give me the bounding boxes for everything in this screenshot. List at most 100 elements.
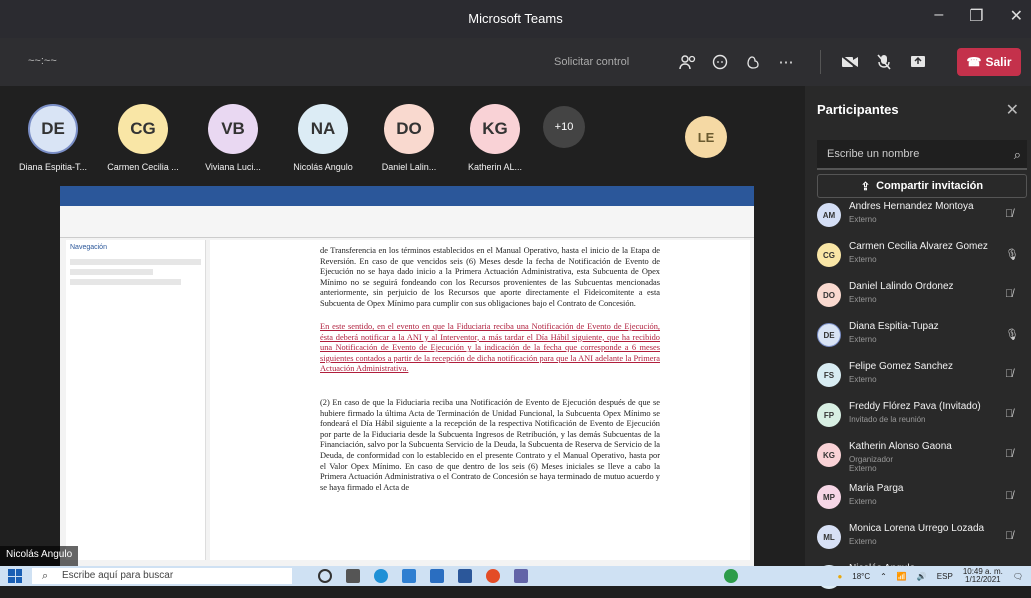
chevron-up-icon[interactable]: ⌃ [880, 572, 887, 581]
participant-role: Externo [849, 215, 877, 224]
word-title-bar [60, 186, 754, 198]
taskbar-search-input[interactable]: ⌕ Escribe aquí para buscar [32, 568, 292, 584]
system-tray: ● 18°C ⌃ 📶 🔊 ESP 10:49 a. m. 1/12/2021 🗨 [837, 568, 1023, 584]
search-icon[interactable]: ⌕ [1014, 147, 1021, 163]
weather-icon: ● [837, 571, 843, 581]
avatar: CG [118, 104, 168, 154]
mic-off-icon: 🎙̸ [1005, 490, 1014, 502]
gallery-tile[interactable]: VB Viviana Luci... [190, 86, 276, 182]
taskbar-search-placeholder: Escribe aquí para buscar [62, 570, 174, 581]
participant-name: Daniel Lalin... [381, 162, 437, 172]
participant-role: Externo [849, 335, 877, 344]
avatar: DE [817, 323, 841, 347]
meeting-timer: ~~:~~ [28, 55, 57, 67]
outlook-icon[interactable] [430, 569, 444, 583]
app-icon[interactable] [724, 569, 738, 583]
participant-search-input[interactable]: Escribe un nombre ⌕ [817, 140, 1027, 170]
windows-start-button[interactable] [8, 569, 22, 583]
leave-button-label: Salir [985, 55, 1012, 69]
participant-role: Externo [849, 375, 877, 384]
mic-off-icon[interactable] [872, 50, 896, 74]
participant-row[interactable]: CG Carmen Cecilia Alvarez Gomez Externo … [805, 236, 1031, 276]
participant-name: Nicolás Angulo [293, 162, 353, 172]
task-view-icon[interactable] [346, 569, 360, 583]
mic-off-icon: 🎙̸ [1005, 408, 1014, 420]
word-icon[interactable] [458, 569, 472, 583]
participant-name: Felipe Gomez Sanchez [849, 361, 953, 372]
navigation-title: Navegación [70, 244, 107, 251]
navigation-pane: Navegación [66, 240, 206, 560]
phone-hangup-icon: ☎ [966, 55, 982, 69]
gallery-tile[interactable]: KG Katherin AL... [452, 86, 538, 182]
nav-placeholder-line [70, 279, 182, 285]
store-icon[interactable] [402, 569, 416, 583]
clock[interactable]: 10:49 a. m. 1/12/2021 [963, 568, 1003, 584]
avatar: FP [817, 403, 841, 427]
participant-row[interactable]: AM Andres Hernandez Montoya Externo 🎙̸ [805, 196, 1031, 236]
chat-icon[interactable] [708, 50, 732, 74]
mic-off-icon: 🎙̸ [1005, 530, 1014, 542]
meeting-stage: DE Diana Espitia-T... CG Carmen Cecilia … [0, 86, 805, 566]
participant-name: Viviana Luci... [205, 162, 261, 172]
participant-role: Externo [849, 537, 877, 546]
close-button[interactable]: ✕ [1010, 6, 1023, 26]
avatar: KG [817, 443, 841, 467]
word-ribbon [60, 206, 754, 238]
participant-role: Externo [849, 255, 877, 264]
participant-row[interactable]: DO Daniel Lalindo Ordonez Externo 🎙̸ [805, 276, 1031, 316]
volume-icon[interactable]: 🔊 [917, 572, 927, 581]
close-icon[interactable]: ✕ [1006, 100, 1019, 120]
participants-panel: Participantes ✕ Escribe un nombre ⌕ ⇪ Co… [805, 86, 1031, 589]
camera-off-icon[interactable] [838, 50, 862, 74]
network-icon[interactable]: 📶 [897, 572, 907, 581]
maximize-button[interactable]: ❐ [969, 6, 983, 26]
minimize-button[interactable]: – [934, 6, 943, 26]
avatar: KG [470, 104, 520, 154]
participant-name: Daniel Lalindo Ordonez [849, 281, 954, 292]
avatar: DE [28, 104, 78, 154]
gallery-tile[interactable]: NA Nicolás Angulo [280, 86, 366, 182]
notifications-icon[interactable]: 🗨 [1013, 572, 1023, 581]
participant-row[interactable]: FS Felipe Gomez Sanchez Externo 🎙̸ [805, 356, 1031, 396]
share-screen-icon[interactable] [906, 50, 930, 74]
document-page: de Transferencia en los términos estable… [210, 240, 750, 560]
gallery-tile[interactable]: CG Carmen Cecilia ... [100, 86, 186, 182]
leave-button[interactable]: ☎ Salir [957, 48, 1021, 76]
gallery-tile[interactable]: DO Daniel Lalin... [366, 86, 452, 182]
avatar: DO [817, 283, 841, 307]
meeting-toolbar: ~~:~~ Solicitar control ⋯ ☎ Salir [0, 38, 1031, 86]
participant-name: Andres Hernandez Montoya [849, 201, 974, 212]
windows-taskbar: ⌕ Escribe aquí para buscar ● 18°C ⌃ 📶 🔊 … [0, 566, 1031, 586]
participant-name: Diana Espitia-T... [18, 162, 88, 172]
search-icon: ⌕ [42, 570, 49, 582]
more-participants-button[interactable]: +10 [543, 106, 585, 148]
avatar: FS [817, 363, 841, 387]
participant-row[interactable]: MP Maria Parga Externo 🎙̸ [805, 478, 1031, 518]
participant-role: Externo [849, 295, 877, 304]
avatar: ML [817, 525, 841, 549]
edge-icon[interactable] [374, 569, 388, 583]
participant-row[interactable]: ML Monica Lorena Urrego Lozada Externo 🎙… [805, 518, 1031, 558]
participant-row[interactable]: FP Freddy Flórez Pava (Invitado) Invitad… [805, 396, 1031, 436]
avatar: LE [685, 116, 727, 158]
participant-row[interactable]: DE Diana Espitia-Tupaz Externo 🎙 [805, 316, 1031, 356]
more-options-button[interactable]: ⋯ [774, 50, 798, 74]
mic-icon: 🎙 [1005, 329, 1019, 341]
request-control-button[interactable]: Solicitar control [554, 56, 629, 68]
word-ribbon-tabs [60, 198, 754, 206]
share-invite-button[interactable]: ⇪ Compartir invitación [817, 174, 1027, 198]
participant-name: Katherin Alonso Gaona [849, 441, 952, 452]
chrome-icon[interactable] [486, 569, 500, 583]
participant-name: Katherin AL... [467, 162, 523, 172]
participant-name: Monica Lorena Urrego Lozada [849, 523, 985, 534]
reactions-icon[interactable] [740, 50, 764, 74]
teams-icon[interactable] [514, 569, 528, 583]
people-icon[interactable] [676, 50, 700, 74]
cortana-icon[interactable] [318, 569, 332, 583]
gallery-tile[interactable]: DE Diana Espitia-T... [10, 86, 96, 182]
participant-row[interactable]: KG Katherin Alonso Gaona Organizador Ext… [805, 436, 1031, 476]
language-indicator[interactable]: ESP [937, 572, 953, 581]
participant-role: Organizador [849, 455, 894, 464]
nav-placeholder-line [70, 259, 201, 265]
window-title: Microsoft Teams [468, 11, 563, 26]
